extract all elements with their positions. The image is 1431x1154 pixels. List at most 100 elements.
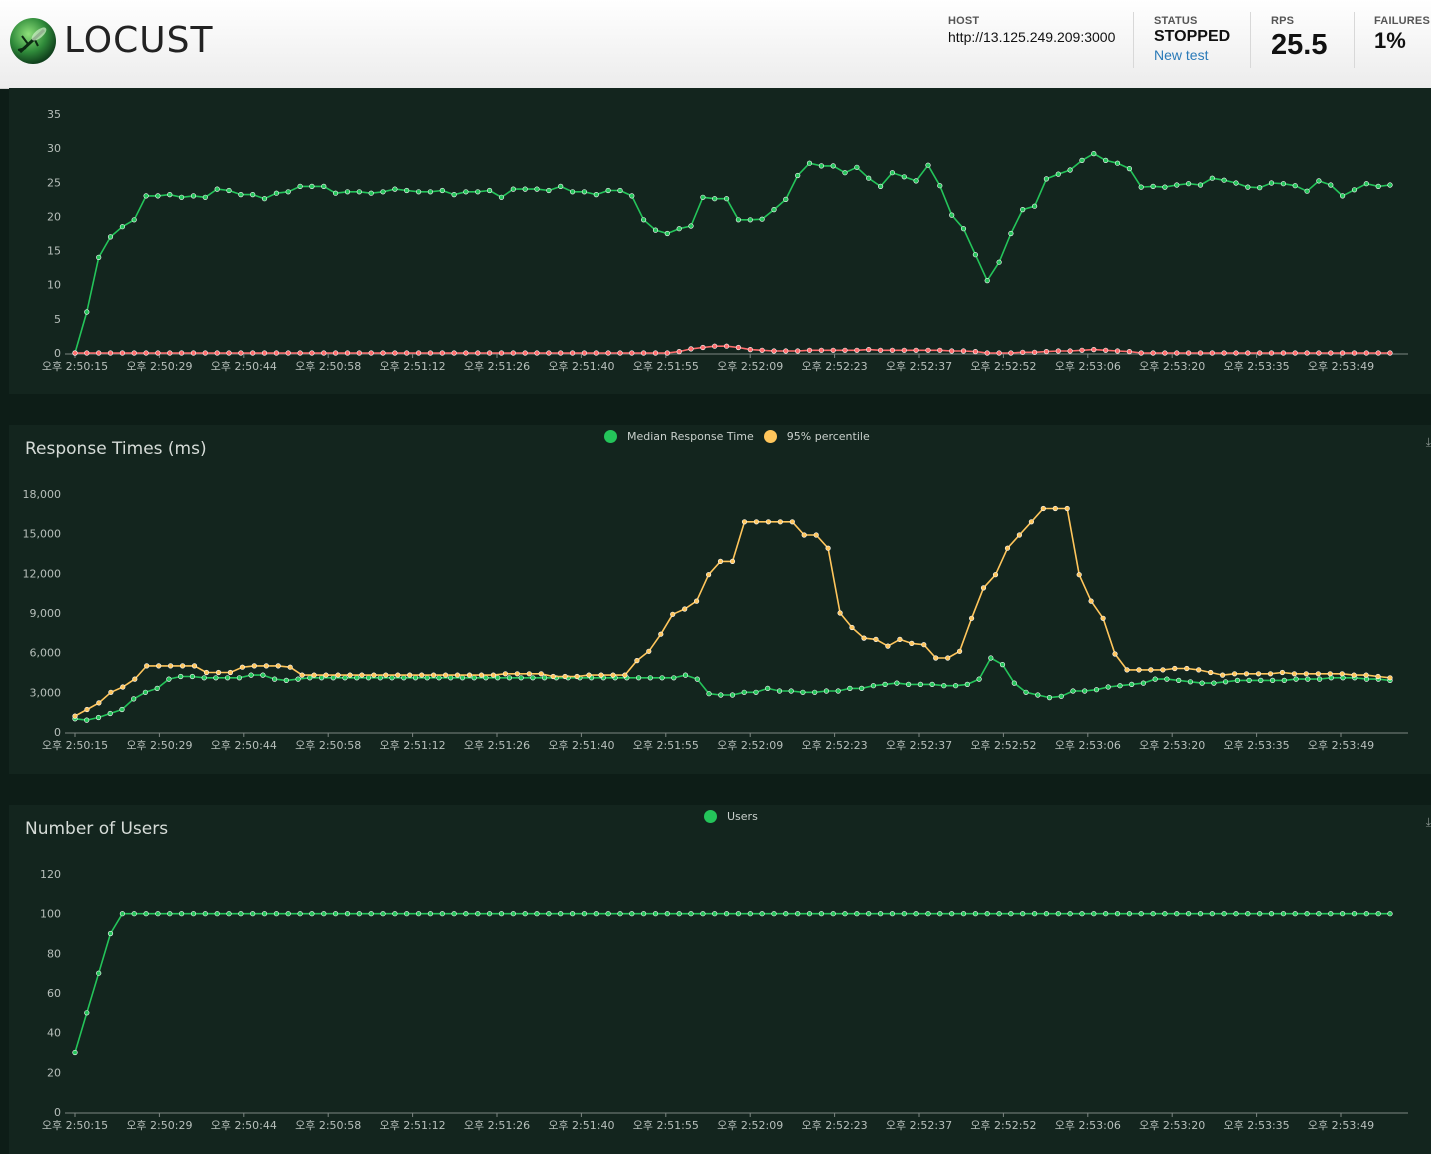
rps-point[interactable]: [795, 172, 801, 179]
users-point[interactable]: [356, 911, 362, 917]
users-point[interactable]: [605, 911, 611, 917]
percentile-point[interactable]: [538, 671, 544, 677]
median-point[interactable]: [882, 681, 888, 688]
users-point[interactable]: [1162, 911, 1168, 917]
percentile-point[interactable]: [586, 672, 592, 678]
failure-point[interactable]: [1185, 350, 1192, 356]
median-point[interactable]: [1199, 680, 1205, 686]
rps-point[interactable]: [321, 183, 327, 189]
median-point[interactable]: [800, 689, 806, 695]
users-point[interactable]: [143, 911, 149, 917]
users-point[interactable]: [842, 911, 848, 917]
failure-point[interactable]: [427, 350, 434, 356]
median-point[interactable]: [1246, 677, 1252, 683]
failure-point[interactable]: [356, 350, 362, 356]
median-point[interactable]: [1011, 680, 1017, 686]
percentile-point[interactable]: [84, 706, 90, 713]
median-point[interactable]: [354, 675, 360, 681]
rps-point[interactable]: [179, 194, 185, 200]
percentile-point[interactable]: [646, 648, 652, 654]
percentile-point[interactable]: [670, 611, 676, 617]
users-point[interactable]: [273, 911, 280, 917]
percentile-point[interactable]: [753, 519, 760, 525]
failure-point[interactable]: [1292, 350, 1298, 356]
failure-point[interactable]: [723, 343, 730, 349]
percentile-point[interactable]: [203, 669, 210, 676]
median-point[interactable]: [154, 685, 160, 692]
failure-point[interactable]: [913, 347, 919, 353]
users-point[interactable]: [1375, 911, 1381, 917]
median-point[interactable]: [917, 681, 924, 688]
median-point[interactable]: [671, 675, 677, 681]
median-point[interactable]: [741, 689, 747, 695]
median-point[interactable]: [847, 685, 853, 692]
percentile-point[interactable]: [1196, 667, 1202, 673]
rps-point[interactable]: [1079, 157, 1085, 163]
failure-point[interactable]: [949, 348, 955, 354]
failure-point[interactable]: [463, 350, 469, 356]
users-point[interactable]: [1043, 911, 1049, 917]
rps-point[interactable]: [771, 206, 777, 213]
median-point[interactable]: [1082, 688, 1088, 694]
rps-point[interactable]: [806, 160, 813, 166]
rps-point[interactable]: [1185, 181, 1192, 187]
rps-point[interactable]: [107, 234, 114, 240]
users-point[interactable]: [463, 911, 469, 917]
failure-point[interactable]: [84, 350, 90, 356]
rps-point[interactable]: [451, 191, 457, 198]
median-point[interactable]: [988, 655, 994, 661]
median-point[interactable]: [1117, 683, 1123, 689]
percentile-point[interactable]: [1100, 615, 1106, 621]
percentile-point[interactable]: [431, 672, 437, 678]
failure-point[interactable]: [972, 349, 979, 355]
rps-point[interactable]: [581, 189, 588, 195]
median-point[interactable]: [365, 675, 372, 681]
users-point[interactable]: [214, 911, 220, 917]
users-point[interactable]: [190, 911, 197, 917]
rps-point[interactable]: [1138, 184, 1144, 190]
median-point[interactable]: [1293, 676, 1299, 682]
median-point[interactable]: [999, 662, 1006, 668]
percentile-point[interactable]: [419, 672, 425, 678]
failure-point[interactable]: [1150, 350, 1156, 356]
rps-point[interactable]: [368, 190, 374, 196]
rps-point[interactable]: [1162, 184, 1168, 190]
failure-point[interactable]: [1316, 350, 1322, 356]
failure-point[interactable]: [261, 350, 268, 356]
failure-point[interactable]: [605, 350, 611, 356]
rps-point[interactable]: [84, 309, 90, 315]
median-point[interactable]: [1234, 677, 1240, 683]
rps-point[interactable]: [960, 226, 967, 232]
failure-point[interactable]: [664, 350, 670, 356]
percentile-point[interactable]: [335, 672, 341, 678]
percentile-point[interactable]: [885, 643, 891, 649]
percentile-point[interactable]: [180, 663, 186, 669]
percentile-point[interactable]: [1208, 669, 1214, 676]
percentile-point[interactable]: [347, 672, 353, 678]
percentile-point[interactable]: [1327, 671, 1333, 677]
median-point[interactable]: [1176, 677, 1182, 683]
users-point[interactable]: [688, 911, 694, 917]
percentile-point[interactable]: [813, 532, 819, 538]
failure-point[interactable]: [1162, 350, 1168, 356]
percentile-point[interactable]: [992, 572, 999, 578]
users-point[interactable]: [238, 911, 244, 917]
median-point[interactable]: [283, 677, 289, 683]
rps-point[interactable]: [333, 190, 339, 196]
median-point[interactable]: [1281, 677, 1287, 683]
rps-point[interactable]: [1043, 176, 1049, 182]
percentile-point[interactable]: [407, 672, 413, 678]
rps-point[interactable]: [427, 189, 434, 195]
rps-point[interactable]: [404, 187, 410, 194]
failure-point[interactable]: [321, 350, 327, 356]
users-point[interactable]: [380, 911, 386, 917]
percentile-point[interactable]: [371, 672, 377, 678]
users-point[interactable]: [250, 911, 256, 917]
percentile-point[interactable]: [1160, 667, 1166, 673]
median-point[interactable]: [894, 680, 900, 686]
users-point[interactable]: [1339, 911, 1346, 917]
median-point[interactable]: [929, 681, 935, 688]
percentile-point[interactable]: [299, 672, 305, 678]
percentile-point[interactable]: [502, 671, 509, 677]
users-point[interactable]: [510, 911, 516, 917]
